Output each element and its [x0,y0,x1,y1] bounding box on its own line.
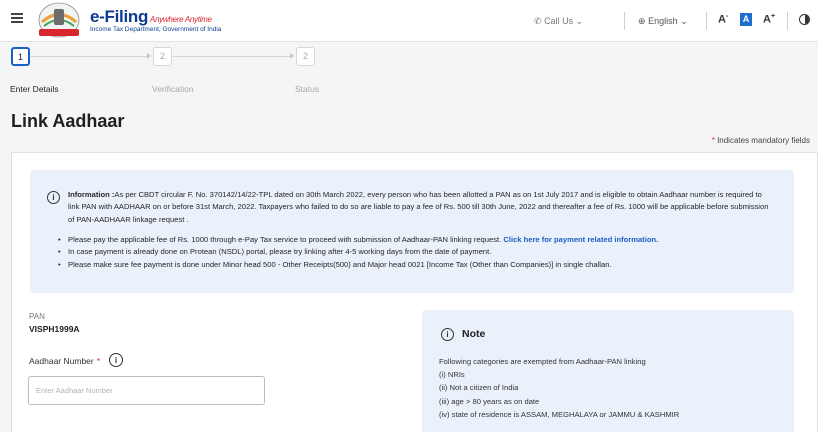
font-decrease-button[interactable]: A- [718,13,728,26]
mandatory-note-text: Indicates mandatory fields [717,136,810,145]
note-intro: Following categories are exempted from A… [439,357,646,366]
list-item: (iii) age > 80 years as on date [439,396,540,406]
brand-tagline: Anywhere Anytime [150,15,212,24]
brand[interactable]: e-Filing Anywhere Anytime Income Tax Depa… [90,7,221,33]
step-3-indicator: 2 [296,47,315,66]
globe-icon: ⊕ [638,16,646,26]
step-1-label: Enter Details [10,84,59,94]
step-arrow-icon [147,53,151,59]
step-arrow-icon [290,53,294,59]
bullet-text: In case payment is already done on Prote… [68,247,492,257]
pan-label: PAN [29,312,45,321]
information-heading: Information : [68,190,115,199]
payment-info-link[interactable]: Click here for payment related informati… [503,235,658,244]
font-increase-button[interactable]: A+ [763,13,775,26]
call-us-label: Call Us [544,16,574,26]
font-decrease-label: A [718,13,726,26]
step-3-label: Status [295,84,320,94]
list-item: Please make sure fee payment is done und… [58,259,778,272]
brand-title: e-Filing [90,7,149,26]
call-us-dropdown[interactable]: ✆ Call Us ⌄ [534,16,583,27]
menu-icon[interactable] [11,13,23,23]
chevron-down-icon: ⌄ [575,16,584,26]
aadhaar-label-text: Aadhaar Number [29,356,94,366]
note-body: Following categories are exempted from A… [439,355,679,421]
font-normal-button[interactable]: A [740,13,752,26]
top-header: e-Filing Anywhere Anytime Income Tax Depa… [0,0,818,42]
pan-value: VISPH1999A [29,324,80,334]
bullet-text: Please make sure fee payment is done und… [68,259,612,269]
font-increase-label: A [763,13,771,26]
info-icon: i [441,328,454,341]
info-icon[interactable]: i [109,353,123,367]
divider [787,12,788,30]
step-connector [173,56,291,57]
info-icon: i [47,191,60,204]
list-item: (iv) state of residence is ASSAM, MEGHAL… [439,409,680,419]
contrast-icon[interactable] [799,14,810,25]
list-item: In case payment is already done on Prote… [58,246,778,259]
phone-icon: ✆ [534,16,542,26]
bullet-text: Please pay the applicable fee of Rs. 100… [68,235,504,244]
step-connector [31,56,149,57]
information-paragraph: Information :As per CBDT circular F. No.… [68,189,774,226]
language-dropdown[interactable]: ⊕ English ⌄ [638,16,688,27]
income-tax-emblem-logo[interactable] [34,2,84,39]
information-text: As per CBDT circular F. No. 370142/14/22… [68,190,769,224]
brand-subtitle: Income Tax Department, Government of Ind… [90,26,222,33]
page-title: Link Aadhaar [11,111,125,131]
list-item: (ii) Not a citizen of India [439,383,519,393]
chevron-down-icon: ⌄ [680,16,688,26]
list-item: (i) NRIs [439,370,465,380]
step-2-indicator: 2 [153,47,172,66]
divider [706,12,707,30]
note-title: Note [462,328,486,340]
mandatory-note: * Indicates mandatory fields [711,136,810,145]
language-label: English [648,16,678,26]
divider [624,12,625,30]
step-1-indicator: 1 [11,47,30,66]
aadhaar-number-input[interactable] [28,376,265,405]
list-item: Please pay the applicable fee of Rs. 100… [58,234,778,247]
information-bullets: Please pay the applicable fee of Rs. 100… [58,234,778,271]
aadhaar-label: Aadhaar Number * [29,356,101,366]
step-2-label: Verification [152,84,194,94]
